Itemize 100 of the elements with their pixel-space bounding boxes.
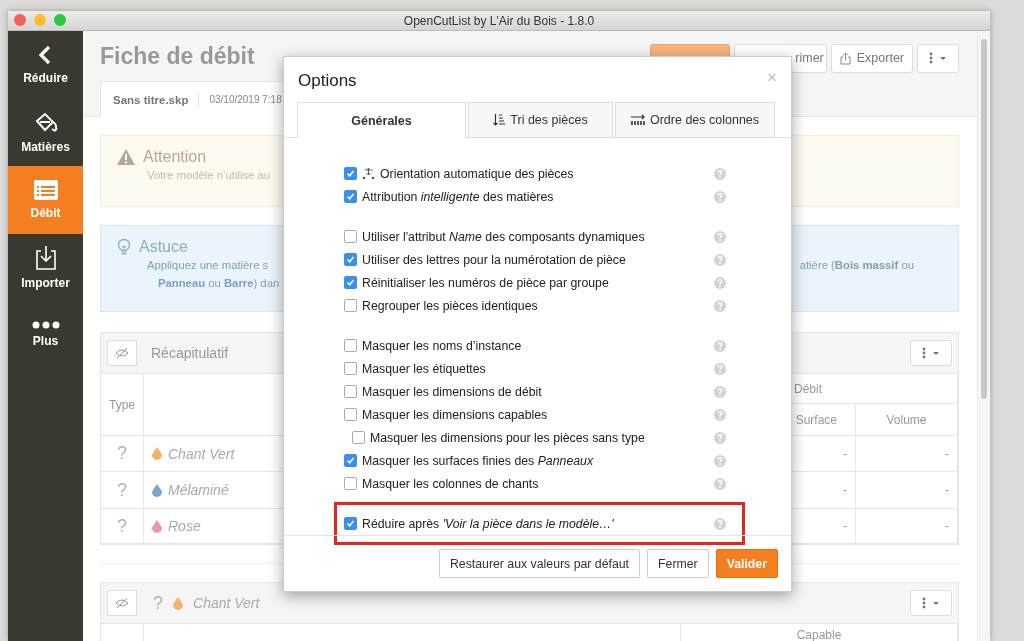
window-title: OpenCutList by L'Air du Bois - 1.8.0 xyxy=(403,13,595,28)
eye-off-icon xyxy=(115,347,129,359)
sidebar-item[interactable]: Importer xyxy=(8,233,83,301)
option-label: Utiliser des lettres pour la numérotation de pièce xyxy=(362,252,627,267)
tab[interactable]: Générales xyxy=(297,102,466,138)
table-cell: - xyxy=(856,509,958,544)
alert-text: Votre modèle n’utilise au xyxy=(146,168,271,183)
option-label: Masquer les surfaces finies des Panneaux xyxy=(362,453,595,468)
help-icon[interactable] xyxy=(714,276,726,289)
more-icon xyxy=(31,321,60,330)
columns-icon xyxy=(630,114,646,126)
column-header: Volume xyxy=(856,404,958,436)
sidebar-item[interactable]: Matières xyxy=(8,98,83,166)
menu-button[interactable] xyxy=(910,590,952,616)
material-name: Mélaminé xyxy=(168,482,229,498)
option-label: Masquer les étiquettes xyxy=(362,361,487,376)
table-cell: ? xyxy=(101,509,144,544)
checkmark-icon xyxy=(346,192,355,201)
menu-button[interactable] xyxy=(917,43,959,73)
checkbox[interactable] xyxy=(344,339,357,352)
checkbox[interactable] xyxy=(344,408,357,421)
table-cell: ? xyxy=(101,436,144,472)
checkbox[interactable] xyxy=(344,454,357,467)
alert-text: atière (Bois massif ou xyxy=(799,258,914,273)
checkmark-icon xyxy=(346,519,355,528)
help-icon[interactable] xyxy=(714,299,726,312)
dialog-button[interactable]: Fermer xyxy=(647,549,709,578)
checkbox[interactable] xyxy=(344,253,357,266)
column-header: Capable xyxy=(681,624,958,641)
alert-text: Appliquez une matière s xyxy=(146,258,270,273)
panel-title: Récapitulatif xyxy=(151,345,229,361)
tab[interactable]: Tri des pièces xyxy=(468,102,613,137)
hide-button[interactable] xyxy=(107,340,137,366)
kebab-caret-icon xyxy=(928,52,948,64)
help-icon[interactable] xyxy=(714,190,726,203)
checkbox[interactable] xyxy=(344,517,357,530)
help-icon[interactable] xyxy=(714,253,726,266)
type-text: ? xyxy=(153,592,163,614)
help-icon[interactable] xyxy=(714,408,726,421)
option-label: Attribution intelligente des matières xyxy=(362,189,555,204)
table-cell: ? xyxy=(101,472,144,509)
menu-button[interactable] xyxy=(910,340,952,366)
eye-off-icon xyxy=(115,597,129,609)
export-button[interactable]: Exporter xyxy=(830,43,913,73)
option-label: Masquer les dimensions capables xyxy=(362,407,549,422)
help-icon[interactable] xyxy=(714,517,726,530)
checkmark-icon xyxy=(346,255,355,264)
import-icon xyxy=(34,244,57,271)
alert-title: Attention xyxy=(143,148,207,166)
checkbox[interactable] xyxy=(344,167,357,180)
material-name: Chant Vert xyxy=(168,445,235,462)
option-label: Regrouper les pièces identiques xyxy=(362,298,539,313)
panel-title: Chant Vert xyxy=(193,595,260,611)
list-icon xyxy=(32,179,59,202)
checkbox[interactable] xyxy=(344,477,357,490)
file-date: 03/10/2019 7:18 xyxy=(209,94,282,105)
checkbox[interactable] xyxy=(344,385,357,398)
checkbox[interactable] xyxy=(344,276,357,289)
checkmark-icon xyxy=(346,169,355,178)
dialog-button[interactable]: Restaurer aux valeurs par défaut xyxy=(438,549,641,578)
zoom-window-button[interactable] xyxy=(54,14,66,26)
rotate-icon xyxy=(362,167,375,180)
close-window-button[interactable] xyxy=(14,14,26,26)
checkbox[interactable] xyxy=(344,362,357,375)
help-icon[interactable] xyxy=(714,454,726,467)
kebab-caret-icon xyxy=(921,347,941,359)
scrollbar[interactable] xyxy=(977,31,990,641)
help-icon[interactable] xyxy=(714,339,726,352)
hide-button[interactable] xyxy=(107,590,137,616)
option-label: Masquer les dimensions pour les pièces sans type xyxy=(370,430,646,445)
help-icon[interactable] xyxy=(714,385,726,398)
dialog-title: Options xyxy=(298,71,357,91)
option-label: Masquer les noms d’instance xyxy=(362,338,523,353)
file-name: Sans titre.skp xyxy=(113,93,200,106)
option-label: Masquer les dimensions de débit xyxy=(362,384,543,399)
help-icon[interactable] xyxy=(714,431,726,444)
checkbox[interactable] xyxy=(344,299,357,312)
option-label: Orientation automatique des pièces xyxy=(380,166,575,181)
checkbox[interactable] xyxy=(344,230,357,243)
help-icon[interactable] xyxy=(714,230,726,243)
material-name: Rose xyxy=(168,518,201,534)
checkmark-icon xyxy=(346,456,355,465)
help-icon[interactable] xyxy=(714,167,726,180)
sidebar-item[interactable]: Réduire xyxy=(8,31,83,99)
help-icon[interactable] xyxy=(714,477,726,490)
sort-icon xyxy=(493,114,507,126)
help-icon[interactable] xyxy=(714,362,726,375)
option-label: Réinitialiser les numéros de pièce par groupe xyxy=(362,275,610,290)
minimize-window-button[interactable] xyxy=(34,14,46,26)
page-title: Fiche de débit xyxy=(100,42,255,70)
alert-text: Panneau ou Barre) dan xyxy=(157,276,280,291)
checkmark-icon xyxy=(346,278,355,287)
checkbox[interactable] xyxy=(352,431,365,444)
share-icon xyxy=(839,51,851,65)
option-label: Masquer les colonnes de chants xyxy=(362,476,540,491)
table-cell: - xyxy=(856,472,958,509)
tab[interactable]: Ordre des colonnes xyxy=(615,102,775,137)
sidebar-item[interactable]: Plus xyxy=(8,301,83,369)
checkbox[interactable] xyxy=(344,190,357,203)
option-label: Réduire après 'Voir la pièce dans le modèle…' xyxy=(362,516,615,531)
